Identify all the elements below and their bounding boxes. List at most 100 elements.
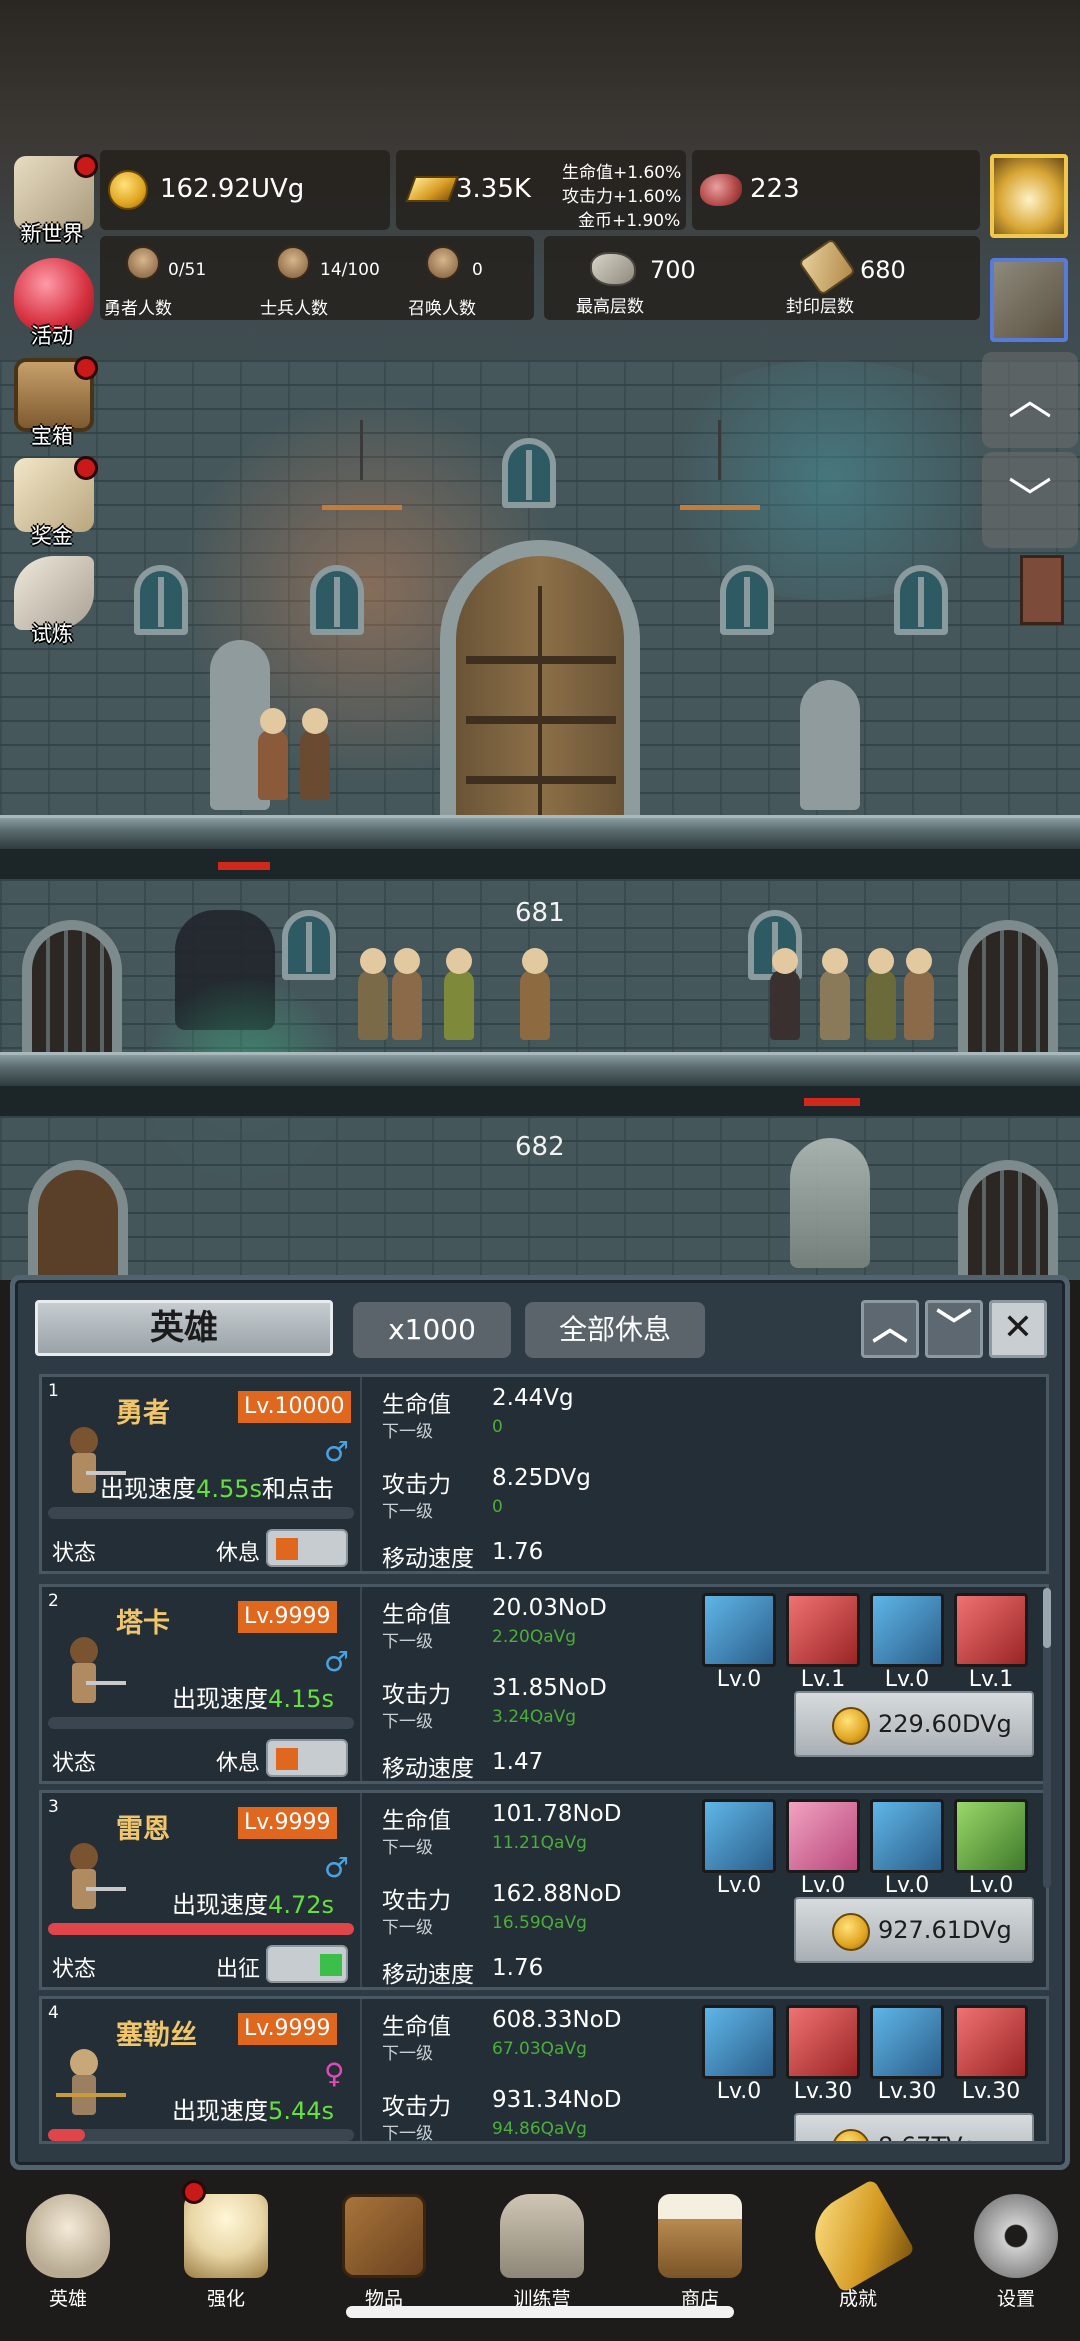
status-toggle[interactable] <box>266 1739 348 1777</box>
equip-level: Lv.1 <box>800 1667 846 1692</box>
move-speed-value: 1.76 <box>492 1539 544 1565</box>
floor-shadow <box>0 1086 1080 1116</box>
boot-icon[interactable] <box>870 1593 944 1667</box>
star-shield-icon[interactable] <box>702 2005 776 2079</box>
nav-training[interactable]: 训练营 <box>478 2182 598 2312</box>
hero-card[interactable]: 4 塞勒丝 Lv.9999 ♀ 出现速度5.44s 生命值 608.33NoD … <box>39 1996 1049 2144</box>
sealed-floor-label: 封印层数 <box>786 297 854 317</box>
hero-hp-bar <box>48 1507 354 1519</box>
atk-label: 攻击力 <box>382 1682 451 1708</box>
side-btn-chest[interactable]: 宝箱 <box>4 352 100 448</box>
candle-boost-button[interactable] <box>990 154 1068 238</box>
floor-shadow <box>0 849 1080 879</box>
hero-sprite <box>258 708 288 800</box>
notification-dot <box>74 154 98 178</box>
home-indicator[interactable] <box>346 2306 734 2318</box>
hero-card[interactable]: 3 雷恩 Lv.9999 ♂ 出现速度4.72s 状态 出征 生命值 101.7… <box>39 1790 1049 1990</box>
portrait-button[interactable] <box>990 258 1068 342</box>
hero-index: 3 <box>48 1797 59 1817</box>
castle-window <box>894 565 948 635</box>
nav-settings[interactable]: 设置 <box>952 2182 1072 2312</box>
gold-value: 162.92UVg <box>160 174 305 204</box>
status-label: 状态 <box>52 1751 97 1776</box>
nav-label: 强化 <box>206 2288 245 2310</box>
equip-level: Lv.30 <box>877 2079 937 2104</box>
hp-next-value: 0 <box>492 1417 503 1437</box>
snake-icon[interactable] <box>954 1799 1028 1873</box>
coin-icon <box>832 1913 870 1951</box>
upgrade-button[interactable]: 927.61DVg <box>794 1897 1034 1963</box>
next-level-label: 下一级 <box>382 1502 433 1522</box>
hero-count-value: 0/51 <box>168 260 207 280</box>
atk-label: 攻击力 <box>382 2094 451 2120</box>
upgrade-button[interactable]: 8.67TVg <box>794 2113 1034 2141</box>
hero-card[interactable]: 1 勇者 Lv.10000 ♂ 出现速度4.55s和点击 状态 休息 生命值 2… <box>39 1374 1049 1574</box>
side-btn-new-world[interactable]: 新世界 <box>4 150 100 246</box>
dagger-icon[interactable] <box>786 1799 860 1873</box>
status-toggle[interactable] <box>266 1529 348 1567</box>
spider-icon[interactable] <box>954 2005 1028 2079</box>
atk-value: 162.88NoD <box>492 1881 622 1907</box>
side-btn-trial[interactable]: 试炼 <box>4 550 100 646</box>
wall-banner <box>1020 555 1064 625</box>
hero-panel: 英雄 x1000 全部休息 ︿ ﹀ ✕ 1 勇者 Lv.10000 ♂ 出现速度… <box>10 1275 1070 2170</box>
rest-all-button[interactable]: 全部休息 <box>525 1302 705 1358</box>
floor-ledge <box>0 1052 1080 1086</box>
hammer-icon[interactable] <box>954 1593 1028 1667</box>
equip-level: Lv.30 <box>793 2079 853 2104</box>
gender-icon: ♂ <box>324 1851 350 1884</box>
boot-icon[interactable] <box>870 1799 944 1873</box>
bonus-atk-text: 攻击力+1.60% <box>562 187 682 207</box>
hp-label: 生命值 <box>382 1808 451 1834</box>
enemy-hp-bar <box>804 1098 860 1106</box>
hero-name: 塞勒丝 <box>116 2020 197 2051</box>
chandelier <box>680 420 760 510</box>
equip-level: Lv.0 <box>716 2079 762 2104</box>
hp-value: 20.03NoD <box>492 1595 607 1621</box>
sword-icon[interactable] <box>702 1799 776 1873</box>
multiplier-button[interactable]: x1000 <box>353 1302 511 1358</box>
meat-icon <box>700 174 742 206</box>
nav-items[interactable]: 物品 <box>320 2182 440 2312</box>
scroll-down-button[interactable]: ﹀ <box>982 452 1078 548</box>
status-value: 休息 <box>216 1541 261 1566</box>
hero-hp-bar <box>48 2129 354 2141</box>
status-toggle[interactable] <box>266 1945 348 1983</box>
nav-achievements[interactable]: 成就 <box>794 2178 916 2312</box>
hero-sprite <box>904 948 934 1040</box>
soldier-count-value: 14/100 <box>320 260 380 280</box>
soldier-head-icon <box>276 246 310 280</box>
panel-up-button[interactable]: ︿ <box>861 1300 919 1358</box>
side-btn-bonus[interactable]: 奖金 <box>4 452 100 548</box>
bonus-hp-text: 生命值+1.60% <box>562 163 682 183</box>
hero-sprite <box>770 948 800 1040</box>
side-btn-event[interactable]: 活动 <box>4 252 100 348</box>
atk-value: 31.85NoD <box>492 1675 607 1701</box>
scroll-up-button[interactable]: ︿ <box>982 352 1078 448</box>
atk-next-value: 3.24QaVg <box>492 1707 577 1727</box>
close-icon[interactable]: ✕ <box>989 1300 1047 1358</box>
boot-icon[interactable] <box>870 2005 944 2079</box>
upgrade-cost: 229.60DVg <box>878 1710 1012 1738</box>
castle-window <box>720 565 774 635</box>
panel-down-button[interactable]: ﹀ <box>925 1300 983 1358</box>
hero-name: 勇者 <box>116 1398 170 1429</box>
barred-door <box>958 920 1058 1060</box>
equip-level: Lv.0 <box>884 1873 930 1898</box>
nav-heroes[interactable]: 英雄 <box>4 2182 124 2312</box>
axe-icon[interactable] <box>786 1593 860 1667</box>
tab-heroes[interactable]: 英雄 <box>35 1300 333 1356</box>
lantern-icon <box>500 2194 584 2278</box>
hero-card[interactable]: 2 塔卡 Lv.9999 ♂ 出现速度4.15s 状态 休息 生命值 20.03… <box>39 1584 1049 1784</box>
gender-icon: ♂ <box>324 1435 350 1468</box>
nav-shop[interactable]: 商店 <box>636 2182 756 2312</box>
hero-sprite <box>866 948 896 1040</box>
gender-icon: ♀ <box>324 2057 345 2090</box>
upgrade-button[interactable]: 229.60DVg <box>794 1691 1034 1757</box>
castle-window <box>282 910 336 980</box>
monster-icon[interactable] <box>786 2005 860 2079</box>
nav-enhance[interactable]: 强化 <box>162 2180 282 2312</box>
shield-icon[interactable] <box>702 1593 776 1667</box>
list-scrollbar[interactable] <box>1043 1588 1051 1888</box>
notification-dot <box>74 456 98 480</box>
